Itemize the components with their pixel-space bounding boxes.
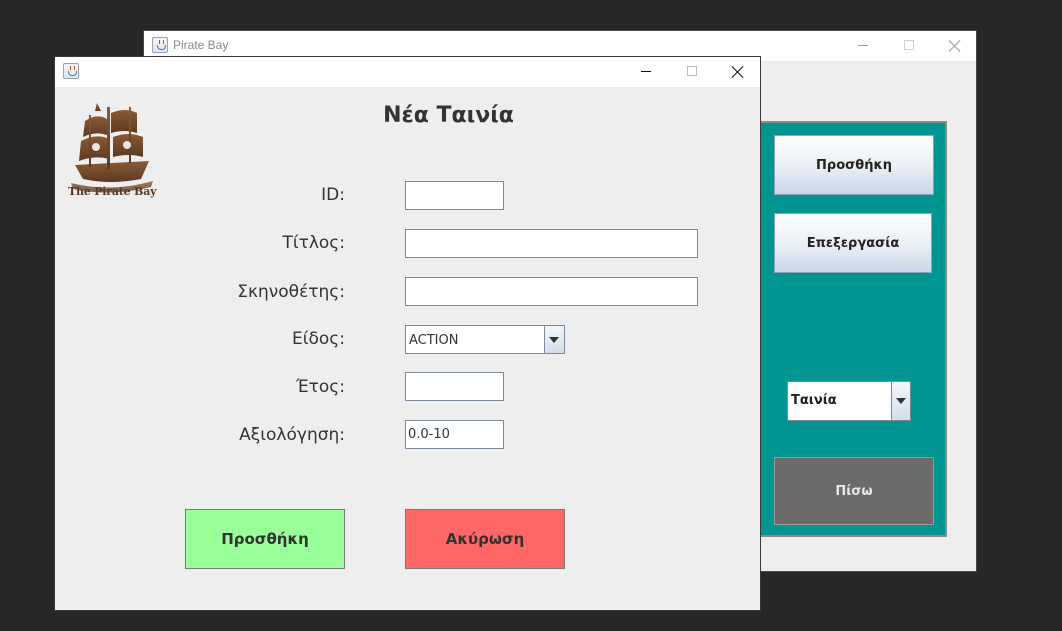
main-window-title: Pirate Bay xyxy=(173,38,229,52)
close-button[interactable] xyxy=(932,31,978,61)
java-app-icon xyxy=(152,37,168,53)
side-edit-button[interactable]: Επεξεργασία xyxy=(774,213,932,273)
rating-input[interactable] xyxy=(405,420,504,449)
id-label: ID: xyxy=(321,185,345,205)
year-label: Έτος: xyxy=(295,377,345,397)
maximize-icon xyxy=(904,40,914,50)
genre-label: Είδος: xyxy=(291,329,345,349)
side-panel: Προσθήκη Επεξεργασία Ταινία Πίσω xyxy=(757,121,947,537)
java-app-icon xyxy=(63,63,79,79)
maximize-icon xyxy=(687,66,697,76)
minimize-icon xyxy=(641,71,651,72)
side-add-button[interactable]: Προσθήκη xyxy=(774,135,934,195)
director-label: Σκηνοθέτης: xyxy=(237,282,345,302)
genre-select[interactable]: ACTION xyxy=(405,325,565,354)
cancel-button[interactable]: Ακύρωση xyxy=(405,509,565,569)
add-button[interactable]: Προσθήκη xyxy=(185,509,345,569)
rating-label: Αξιολόγηση: xyxy=(239,425,345,445)
chevron-down-icon[interactable] xyxy=(544,326,564,353)
minimize-button[interactable] xyxy=(841,31,887,61)
type-select[interactable]: Ταινία xyxy=(787,381,911,421)
genre-select-value: ACTION xyxy=(409,333,459,348)
type-select-value: Ταινία xyxy=(791,393,837,408)
back-button[interactable]: Πίσω xyxy=(774,457,934,525)
dialog-minimize-button[interactable] xyxy=(624,57,670,87)
id-input[interactable] xyxy=(405,181,504,210)
director-input[interactable] xyxy=(405,277,698,306)
close-icon xyxy=(732,66,744,78)
dialog-titlebar[interactable] xyxy=(55,57,760,87)
maximize-button[interactable] xyxy=(886,31,932,61)
chevron-down-icon[interactable] xyxy=(891,382,910,420)
new-movie-dialog: The Pirate Bay Νέα Ταινία ID: Τίτλος: Σκ… xyxy=(54,56,761,611)
title-input[interactable] xyxy=(405,229,698,258)
logo-text: The Pirate Bay xyxy=(68,185,157,198)
title-label: Τίτλος: xyxy=(282,233,345,253)
year-input[interactable] xyxy=(405,372,504,401)
dialog-maximize-button[interactable] xyxy=(669,57,715,87)
close-icon xyxy=(949,40,961,52)
page-title: Νέα Ταινία xyxy=(383,103,514,128)
minimize-icon xyxy=(858,45,868,46)
dialog-close-button[interactable] xyxy=(715,57,761,87)
